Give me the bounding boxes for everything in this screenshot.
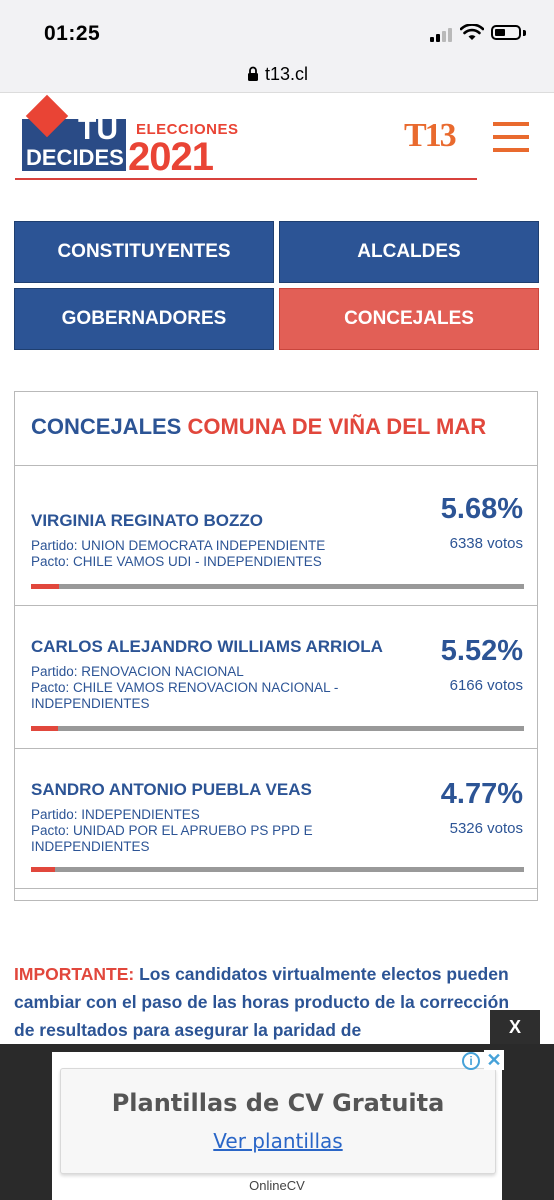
tab-alcaldes[interactable]: ALCALDES xyxy=(279,221,539,283)
battery-icon xyxy=(491,25,521,40)
candidate-votes: 6338 votos xyxy=(449,535,523,552)
status-time: 01:25 xyxy=(44,22,101,45)
ad-info-icon[interactable]: i xyxy=(462,1052,480,1070)
candidate-pacto: Pacto: CHILE VAMOS UDI - INDEPENDIENTES xyxy=(31,554,322,569)
vote-share-bar xyxy=(31,867,524,872)
important-notice: IMPORTANTE: Los candidatos virtualmente … xyxy=(14,960,524,1044)
cellular-signal-icon xyxy=(430,26,456,42)
ad-link[interactable]: Ver plantillas xyxy=(61,1129,495,1153)
results-card: CONCEJALES COMUNA DE VIÑA DEL MAR VIRGIN… xyxy=(14,391,538,901)
address-bar[interactable]: t13.cl xyxy=(0,58,554,93)
candidate-row[interactable]: SANDRO ANTONIO PUEBLA VEAS Partido: INDE… xyxy=(15,748,537,889)
candidate-pacto: Pacto: CHILE VAMOS RENOVACION NACIONAL -… xyxy=(31,680,339,711)
status-bar: 01:25 xyxy=(0,0,554,58)
candidate-name: SANDRO ANTONIO PUEBLA VEAS xyxy=(31,780,312,799)
candidate-percent: 4.77% xyxy=(440,778,523,810)
tab-constituyentes[interactable]: CONSTITUYENTES xyxy=(14,221,274,283)
tab-gobernadores[interactable]: GOBERNADORES xyxy=(14,288,274,350)
ad-content[interactable]: Plantillas de CV Gratuita Ver plantillas… xyxy=(52,1052,502,1200)
ad-x-icon[interactable]: ✕ xyxy=(484,1050,504,1070)
hamburger-menu-icon[interactable] xyxy=(493,122,529,152)
vote-share-fill xyxy=(31,867,55,872)
candidate-pacto: Pacto: UNIDAD POR EL APRUEBO PS PPD E IN… xyxy=(31,823,313,854)
logo-year: 2021 xyxy=(128,135,214,179)
ad-card[interactable]: Plantillas de CV Gratuita Ver plantillas xyxy=(60,1068,496,1174)
ad-title: Plantillas de CV Gratuita xyxy=(111,1089,445,1117)
tab-concejales[interactable]: CONCEJALES xyxy=(279,288,539,350)
header-divider xyxy=(15,178,477,180)
site-header: TÚ DECIDES ELECCIONES 2021 xyxy=(0,93,554,183)
candidate-partido: Partido: INDEPENDIENTES xyxy=(31,807,200,822)
candidate-name: CARLOS ALEJANDRO WILLIAMS ARRIOLA xyxy=(31,637,383,656)
results-title: CONCEJALES COMUNA DE VIÑA DEL MAR xyxy=(31,414,486,440)
vote-share-fill xyxy=(31,584,59,589)
ad-close-button[interactable]: X xyxy=(490,1010,540,1044)
battery-cap xyxy=(523,30,526,36)
results-title-prefix: CONCEJALES xyxy=(31,414,182,439)
url-text: t13.cl xyxy=(265,64,309,84)
results-title-commune: COMUNA DE VIÑA DEL MAR xyxy=(187,414,487,439)
candidate-votes: 5326 votos xyxy=(449,820,523,837)
lock-icon xyxy=(248,66,258,81)
logo-tu: TÚ xyxy=(78,113,118,146)
candidate-row[interactable]: VIRGINIA REGINATO BOZZO Partido: UNION D… xyxy=(15,465,537,606)
results-header: CONCEJALES COMUNA DE VIÑA DEL MAR xyxy=(15,392,537,466)
vote-share-bar xyxy=(31,726,524,731)
t13-logo[interactable]: T13 xyxy=(404,117,457,155)
vote-share-fill xyxy=(31,726,59,731)
candidate-name: VIRGINIA REGINATO BOZZO xyxy=(31,511,264,530)
wifi-icon xyxy=(460,24,484,40)
candidate-row[interactable]: CARLOS ALEJANDRO WILLIAMS ARRIOLA Partid… xyxy=(15,605,537,749)
candidate-percent: 5.52% xyxy=(440,635,523,667)
candidate-percent: 5.68% xyxy=(440,493,523,525)
tu-decides-logo[interactable]: TÚ DECIDES ELECCIONES 2021 xyxy=(20,94,240,179)
ad-brand: OnlineCV xyxy=(249,1178,305,1193)
candidate-partido: Partido: UNION DEMOCRATA INDEPENDIENTE xyxy=(31,538,326,553)
logo-decides: DECIDES xyxy=(26,145,124,170)
candidate-partido: Partido: RENOVACION NACIONAL xyxy=(31,664,244,679)
important-label: IMPORTANTE: xyxy=(14,964,135,984)
vote-share-bar xyxy=(31,584,524,589)
candidate-votes: 6166 votos xyxy=(449,677,523,694)
